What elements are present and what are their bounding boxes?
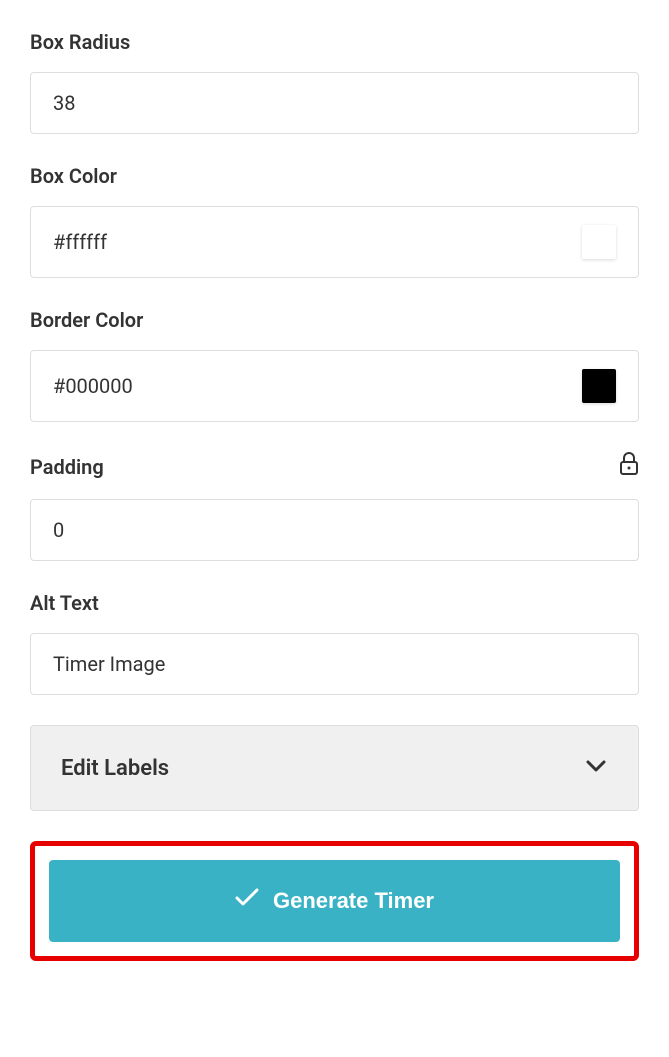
border-color-input[interactable]	[53, 374, 572, 398]
generate-timer-label: Generate Timer	[273, 888, 434, 914]
border-color-swatch[interactable]	[582, 369, 616, 403]
chevron-down-icon	[584, 754, 608, 782]
padding-field: Padding	[30, 452, 639, 561]
check-icon	[235, 888, 259, 914]
box-color-input[interactable]	[53, 230, 572, 254]
box-color-swatch[interactable]	[582, 225, 616, 259]
box-radius-field: Box Radius	[30, 30, 639, 134]
box-color-field: Box Color	[30, 164, 639, 278]
border-color-input-wrapper	[30, 350, 639, 422]
padding-label: Padding	[30, 452, 639, 481]
box-radius-input[interactable]	[53, 91, 616, 115]
alt-text-field: Alt Text	[30, 591, 639, 695]
box-radius-label: Box Radius	[30, 30, 639, 54]
box-radius-input-wrapper	[30, 72, 639, 134]
generate-timer-button[interactable]: Generate Timer	[49, 860, 620, 942]
border-color-label: Border Color	[30, 308, 639, 332]
box-color-input-wrapper	[30, 206, 639, 278]
lock-icon[interactable]	[619, 452, 639, 481]
alt-text-input-wrapper	[30, 633, 639, 695]
box-color-label: Box Color	[30, 164, 639, 188]
generate-button-highlight: Generate Timer	[30, 841, 639, 961]
edit-labels-label: Edit Labels	[61, 756, 169, 781]
alt-text-label: Alt Text	[30, 591, 639, 615]
edit-labels-accordion[interactable]: Edit Labels	[30, 725, 639, 811]
alt-text-input[interactable]	[53, 652, 616, 676]
border-color-field: Border Color	[30, 308, 639, 422]
padding-input-wrapper	[30, 499, 639, 561]
padding-input[interactable]	[53, 518, 616, 542]
